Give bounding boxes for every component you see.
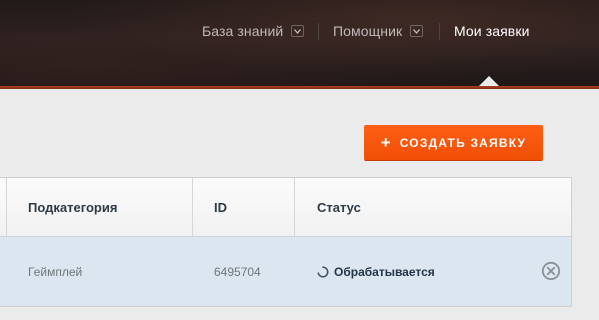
plus-icon: + bbox=[380, 133, 391, 152]
column-divider bbox=[6, 178, 7, 236]
main-navigation: База знаний Помощник Мои заявки bbox=[0, 18, 599, 44]
status-text: Обрабатывается bbox=[334, 264, 435, 279]
table-row[interactable]: Геймплей 6495704 Обрабатывается bbox=[0, 237, 571, 306]
column-header-subcategory[interactable]: Подкатегория bbox=[28, 178, 117, 236]
column-header-status[interactable]: Статус bbox=[317, 178, 361, 236]
cell-status: Обрабатывается bbox=[317, 237, 435, 306]
nav-item-assistant[interactable]: Помощник bbox=[333, 18, 424, 44]
top-header: База знаний Помощник Мои заявки bbox=[0, 0, 599, 86]
chevron-down-icon[interactable] bbox=[410, 25, 424, 37]
active-nav-pointer bbox=[479, 76, 499, 86]
column-divider bbox=[192, 178, 193, 236]
nav-item-label: Помощник bbox=[333, 23, 403, 39]
nav-item-my-tickets[interactable]: Мои заявки bbox=[454, 18, 529, 44]
nav-item-label: Мои заявки bbox=[454, 23, 530, 39]
cell-id: 6495704 bbox=[214, 264, 261, 279]
loading-spinner-icon bbox=[317, 265, 329, 278]
column-header-id[interactable]: ID bbox=[214, 178, 227, 236]
create-ticket-label: СОЗДАТЬ ЗАЯВКУ bbox=[399, 135, 527, 150]
create-ticket-button[interactable]: + СОЗДАТЬ ЗАЯВКУ bbox=[364, 125, 543, 160]
tickets-table: Подкатегория ID Статус Геймплей 6495704 … bbox=[0, 177, 572, 307]
nav-divider bbox=[318, 23, 319, 40]
nav-divider bbox=[439, 23, 440, 40]
chevron-down-icon[interactable] bbox=[291, 25, 305, 37]
close-circle-icon[interactable] bbox=[541, 261, 561, 281]
table-header: Подкатегория ID Статус bbox=[0, 178, 571, 237]
cell-subcategory: Геймплей bbox=[28, 264, 83, 279]
nav-item-knowledge-base[interactable]: База знаний bbox=[202, 18, 305, 44]
main-content: + СОЗДАТЬ ЗАЯВКУ Подкатегория ID Статус … bbox=[0, 89, 599, 320]
column-divider bbox=[294, 178, 295, 236]
nav-item-label: База знаний bbox=[202, 23, 284, 39]
